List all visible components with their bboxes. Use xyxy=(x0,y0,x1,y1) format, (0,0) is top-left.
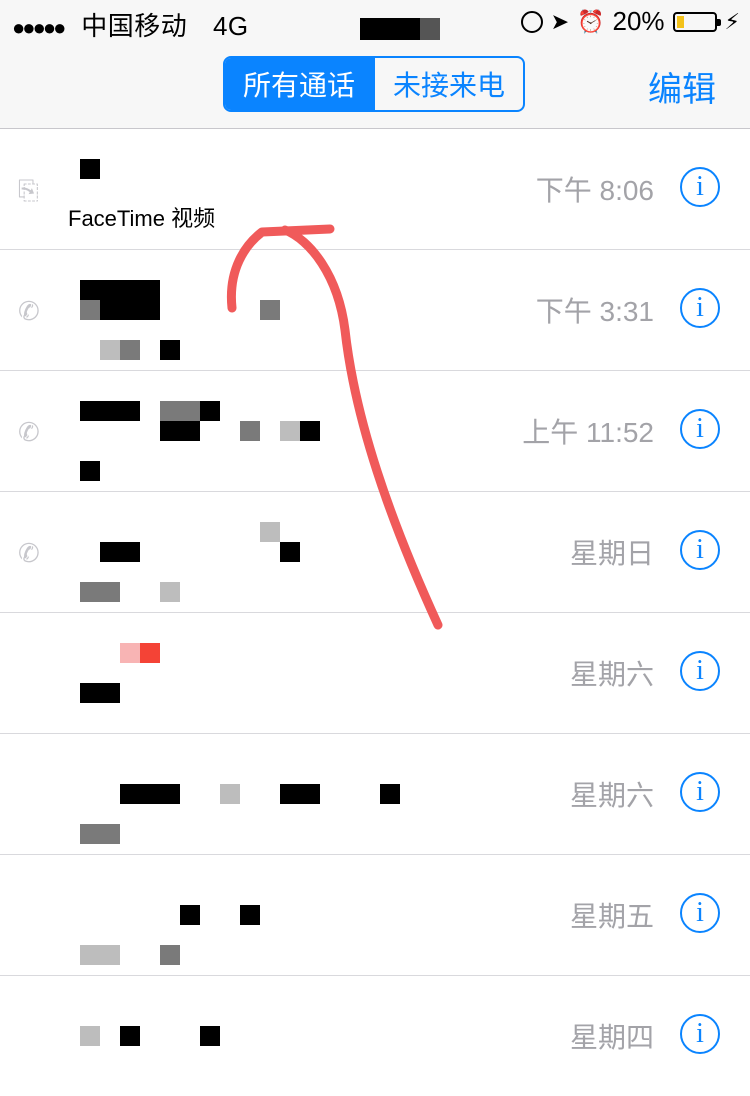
info-button[interactable]: i xyxy=(680,409,720,449)
redacted-name xyxy=(100,542,140,562)
call-row[interactable]: 星期四 i xyxy=(0,976,750,1096)
redacted-status-block xyxy=(360,18,420,40)
alarm-icon: ⏰ xyxy=(577,8,605,34)
redacted-name xyxy=(280,421,300,441)
call-row[interactable]: 星期五 i xyxy=(0,855,750,976)
location-arrow-icon: ➤ xyxy=(550,8,570,34)
redacted-name xyxy=(380,784,400,804)
navigation-bar: 所有通话 未接来电 编辑 xyxy=(0,40,750,129)
call-row[interactable]: 星期六 i xyxy=(0,734,750,855)
redacted-name xyxy=(200,401,220,421)
redacted-detail xyxy=(160,945,180,965)
redacted-detail xyxy=(80,683,120,703)
phone-icon: ✆ xyxy=(18,538,40,568)
info-button[interactable]: i xyxy=(680,167,720,207)
call-time: 下午 8:06 xyxy=(535,175,654,206)
call-row[interactable]: ✆ 星期日 i xyxy=(0,492,750,613)
info-button[interactable]: i xyxy=(680,1014,720,1054)
redacted-name xyxy=(160,401,200,421)
recents-list: ⎘ FaceTime 视频 下午 8:06 i ✆ 下午 3:31 i ✆ 上午… xyxy=(0,129,750,1096)
call-time: 星期四 xyxy=(569,1022,654,1053)
redacted-detail xyxy=(80,582,120,602)
redacted-detail xyxy=(80,461,100,481)
redacted-name xyxy=(160,421,200,441)
signal-strength-indicator: ●●●●● xyxy=(12,15,66,40)
charging-bolt-icon: ⚡ xyxy=(724,8,740,34)
redacted-name xyxy=(140,643,160,663)
redacted-name xyxy=(260,522,280,542)
facetime-video-icon: ⎘ xyxy=(18,175,39,205)
redacted-detail xyxy=(160,582,180,602)
redacted-name xyxy=(120,784,180,804)
call-time: 星期日 xyxy=(569,538,654,569)
call-time: 下午 3:31 xyxy=(535,296,654,327)
call-time: 星期五 xyxy=(569,901,654,932)
redacted-name xyxy=(80,401,140,421)
redacted-name xyxy=(180,905,200,925)
call-subtitle: FaceTime 视频 xyxy=(68,206,216,231)
network-type: 4G xyxy=(212,11,249,41)
segment-missed-calls[interactable]: 未接来电 xyxy=(373,58,523,110)
call-row[interactable]: 星期六 i xyxy=(0,613,750,734)
redacted-detail xyxy=(80,824,120,844)
info-button[interactable]: i xyxy=(680,893,720,933)
redacted-detail xyxy=(120,340,140,360)
redacted-name xyxy=(80,1026,100,1046)
call-filter-segmented-control[interactable]: 所有通话 未接来电 xyxy=(223,56,525,112)
edit-button[interactable]: 编辑 xyxy=(648,62,716,111)
call-row[interactable]: ✆ 下午 3:31 i xyxy=(0,250,750,371)
redacted-detail xyxy=(100,340,120,360)
call-time: 星期六 xyxy=(569,780,654,811)
info-button[interactable]: i xyxy=(680,772,720,812)
call-time: 上午 11:52 xyxy=(522,417,654,448)
phone-icon: ✆ xyxy=(18,296,40,326)
redacted-name xyxy=(280,542,300,562)
orientation-lock-icon xyxy=(520,10,543,33)
info-button[interactable]: i xyxy=(680,288,720,328)
call-row[interactable]: ⎘ FaceTime 视频 下午 8:06 i xyxy=(0,129,750,250)
info-button[interactable]: i xyxy=(680,651,720,691)
redacted-detail xyxy=(160,340,180,360)
redacted-name xyxy=(240,905,260,925)
call-time: 星期六 xyxy=(569,659,654,690)
segment-all-calls[interactable]: 所有通话 xyxy=(225,58,373,110)
redacted-status-block xyxy=(420,18,440,40)
status-bar: ●●●●● 中国移动 4G ➤ ⏰ 20% ⚡ xyxy=(0,0,750,41)
battery-percentage: 20% xyxy=(612,6,665,36)
redacted-name xyxy=(80,300,100,320)
info-button[interactable]: i xyxy=(680,530,720,570)
redacted-name xyxy=(240,421,260,441)
redacted-name xyxy=(220,784,240,804)
redacted-name xyxy=(200,1026,220,1046)
phone-icon: ✆ xyxy=(18,417,40,447)
carrier-name: 中国移动 xyxy=(81,11,188,41)
redacted-name xyxy=(120,1026,140,1046)
battery-icon xyxy=(672,11,721,32)
redacted-name xyxy=(280,784,320,804)
redacted-name xyxy=(300,421,320,441)
redacted-name xyxy=(80,159,100,179)
redacted-detail xyxy=(80,945,120,965)
redacted-name xyxy=(260,300,280,320)
call-row[interactable]: ✆ 上午 11:52 i xyxy=(0,371,750,492)
redacted-name xyxy=(120,643,140,663)
